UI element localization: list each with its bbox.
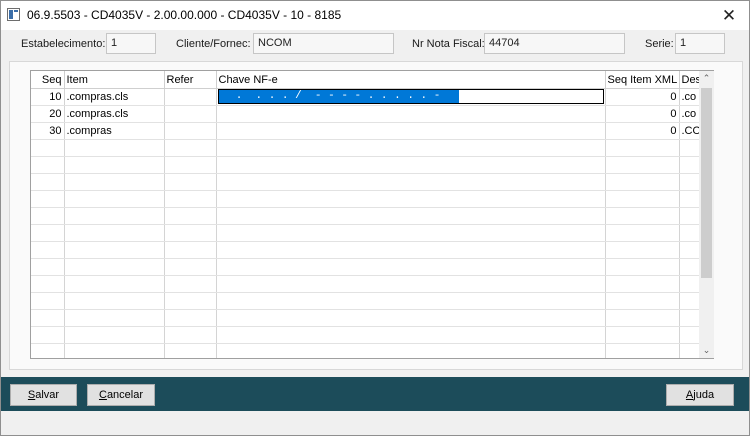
- cell-item[interactable]: .compras.cls: [64, 88, 165, 106]
- cell-seq[interactable]: 30: [31, 122, 65, 140]
- nota-fiscal-field[interactable]: 44704: [484, 33, 625, 54]
- empty-row[interactable]: [31, 156, 702, 174]
- empty-row[interactable]: [31, 326, 702, 344]
- cliente-fornec-label: Cliente/Fornec:: [176, 38, 251, 50]
- cell-des[interactable]: .CO: [679, 122, 702, 140]
- cell-seq[interactable]: 10: [31, 88, 65, 106]
- button-bar: Salvar Cancelar Ajuda: [1, 377, 749, 411]
- estabelecimento-field[interactable]: 1: [106, 33, 156, 54]
- cell-des[interactable]: .co: [679, 105, 702, 123]
- empty-row[interactable]: [31, 292, 702, 310]
- grid-header-row: Seq Item Refer Chave NF-e Seq Item XML D…: [31, 71, 702, 89]
- cell-item[interactable]: .compras.cls: [64, 105, 165, 123]
- column-header-refer[interactable]: Refer: [164, 71, 217, 89]
- cell-seq[interactable]: 20: [31, 105, 65, 123]
- column-header-des[interactable]: Des: [679, 71, 702, 89]
- table-row[interactable]: 10 .compras.cls . . . . / - - - - . . . …: [31, 88, 702, 106]
- title-bar: 06.9.5503 - CD4035V - 2.00.00.000 - CD40…: [1, 1, 749, 30]
- status-bar: [1, 411, 749, 435]
- cell-chave-nfe[interactable]: [216, 122, 606, 140]
- chave-nfe-input[interactable]: . . . . / - - - - . . . . . -: [217, 89, 604, 104]
- estabelecimento-label: Estabelecimento:: [21, 38, 106, 50]
- empty-row[interactable]: [31, 224, 702, 242]
- ajuda-label: juda: [693, 389, 715, 401]
- column-header-item[interactable]: Item: [64, 71, 165, 89]
- dialog-window: 06.9.5503 - CD4035V - 2.00.00.000 - CD40…: [0, 0, 750, 436]
- salvar-accel: S: [27, 389, 36, 401]
- serie-label: Serie:: [645, 38, 674, 50]
- cancelar-accel: C: [98, 389, 107, 401]
- table-row[interactable]: 30 .compras 0 .CO: [31, 122, 702, 140]
- cliente-fornec-field[interactable]: NCOM: [253, 33, 394, 54]
- items-grid[interactable]: Seq Item Refer Chave NF-e Seq Item XML D…: [30, 70, 714, 359]
- cell-des[interactable]: .co: [679, 88, 702, 106]
- chave-nfe-selected-mask: . . . . / - - - - . . . . . -: [218, 90, 459, 103]
- empty-row[interactable]: [31, 343, 702, 358]
- scroll-up-icon[interactable]: ⌃: [699, 71, 714, 86]
- vertical-scrollbar[interactable]: ⌃ ⌄: [699, 71, 714, 358]
- empty-row[interactable]: [31, 309, 702, 327]
- empty-row[interactable]: [31, 173, 702, 191]
- cell-refer[interactable]: [164, 122, 217, 140]
- empty-row[interactable]: [31, 241, 702, 259]
- cancelar-button[interactable]: Cancelar: [87, 384, 155, 406]
- cell-seq-item-xml[interactable]: 0: [605, 122, 680, 140]
- cell-refer[interactable]: [164, 105, 217, 123]
- scroll-down-icon[interactable]: ⌄: [699, 343, 714, 358]
- close-button[interactable]: ✕: [709, 1, 749, 30]
- empty-row[interactable]: [31, 190, 702, 208]
- serie-field[interactable]: 1: [675, 33, 725, 54]
- header-fields: Estabelecimento: 1 Cliente/Fornec: NCOM …: [1, 30, 749, 61]
- window-title: 06.9.5503 - CD4035V - 2.00.00.000 - CD40…: [27, 8, 342, 22]
- app-window-icon: [7, 8, 20, 21]
- column-header-seq[interactable]: Seq: [31, 71, 65, 89]
- cell-seq-item-xml[interactable]: 0: [605, 88, 680, 106]
- empty-row[interactable]: [31, 139, 702, 157]
- cell-seq-item-xml[interactable]: 0: [605, 105, 680, 123]
- cell-chave-nfe[interactable]: . . . . / - - - - . . . . . -: [216, 88, 606, 106]
- column-header-seq-item-xml[interactable]: Seq Item XML: [605, 71, 680, 89]
- empty-row[interactable]: [31, 207, 702, 225]
- cell-chave-nfe[interactable]: [216, 105, 606, 123]
- empty-row[interactable]: [31, 258, 702, 276]
- column-header-chave-nfe[interactable]: Chave NF-e: [216, 71, 606, 89]
- table-row[interactable]: 20 .compras.cls 0 .co: [31, 105, 702, 123]
- salvar-label: alvar: [35, 389, 60, 401]
- cell-item[interactable]: .compras: [64, 122, 165, 140]
- scroll-thumb[interactable]: [701, 88, 712, 278]
- salvar-button[interactable]: Salvar: [10, 384, 77, 406]
- cell-refer[interactable]: [164, 88, 217, 106]
- ajuda-button[interactable]: Ajuda: [666, 384, 734, 406]
- nota-fiscal-label: Nr Nota Fiscal:: [412, 38, 485, 50]
- empty-row[interactable]: [31, 275, 702, 293]
- cancelar-label: ancelar: [106, 389, 144, 401]
